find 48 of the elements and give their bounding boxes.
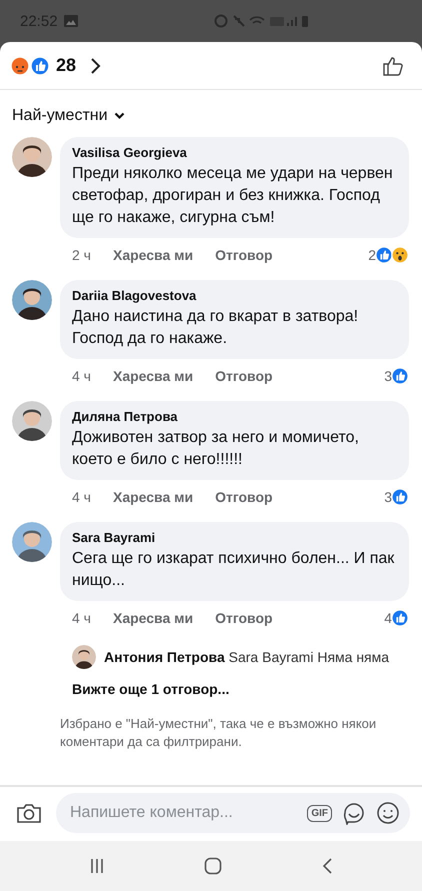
reply-link[interactable]: Отговор — [215, 610, 273, 626]
reply-link[interactable]: Отговор — [215, 489, 273, 505]
angry-face-icon — [10, 56, 30, 76]
back-icon[interactable] — [320, 857, 333, 875]
comment-text: Доживотен затвор за него и момичето, което е било с него!!!!!! — [72, 428, 360, 470]
comment-text: Преди няколко месеца ме удари на червен светофар, дрогиран и без книжка. Господ ще го накаже, сигурна съм! — [72, 164, 394, 228]
reaction-count: 3 — [384, 368, 392, 384]
camera-icon[interactable] — [16, 802, 42, 824]
comment-author[interactable]: Sara Bayrami — [72, 530, 397, 545]
more-replies-link[interactable]: Вижте още 1 отговор... — [72, 681, 409, 697]
comment-text: Сега ще го изкарат психично болен... И пак нищо... — [72, 549, 396, 591]
like-link[interactable]: Харесва ми — [112, 610, 194, 626]
comment-author[interactable]: Dariia Blagovestova — [72, 288, 397, 303]
reply-link[interactable]: Отговор — [215, 368, 273, 384]
comment-author[interactable]: Vasilisa Georgieva — [72, 145, 397, 160]
image-icon — [64, 15, 78, 27]
gif-button[interactable]: GIF — [307, 804, 332, 822]
reaction-count[interactable]: 28 — [56, 55, 76, 76]
caret-icon — [114, 112, 125, 120]
chevron-right-icon[interactable] — [90, 56, 102, 74]
home-icon[interactable] — [204, 857, 222, 875]
like-link[interactable]: Харесва ми — [112, 489, 194, 505]
like-link[interactable]: Харесва ми — [112, 247, 194, 263]
like-reaction-icon — [391, 609, 409, 627]
comment-time: 4 ч — [72, 610, 91, 626]
filter-note: Избрано е "Най-уместни", така че е възможно някои коментари да са филтрирани. — [60, 715, 378, 751]
surprised-face-icon — [391, 246, 409, 264]
comment-time: 2 ч — [72, 247, 91, 263]
reaction-count: 4 — [384, 610, 392, 626]
comment-author[interactable]: Диляна Петрова — [72, 409, 397, 424]
comment-text: Дано наистина да го вкарат в затвора! Господ да го накаже. — [72, 307, 360, 349]
like-reaction-icon — [375, 246, 393, 264]
comment-time: 4 ч — [72, 489, 91, 505]
sticker-icon[interactable] — [342, 801, 366, 825]
emoji-icon[interactable] — [376, 801, 400, 825]
recent-apps-icon[interactable] — [89, 858, 106, 874]
comment-time: 4 ч — [72, 368, 91, 384]
comment-field[interactable]: Напишете коментар... GIF — [56, 793, 410, 833]
like-reaction-icon — [391, 488, 409, 506]
like-reaction-icon — [391, 367, 409, 385]
thumbs-up-icon[interactable] — [382, 54, 404, 76]
reply-text: Антония Петрова Sara Bayrami Няма няма — [104, 649, 390, 665]
reaction-count: 3 — [384, 489, 392, 505]
like-link[interactable]: Харесва ми — [112, 368, 194, 384]
reply-link[interactable]: Отговор — [215, 247, 273, 263]
sort-dropdown[interactable]: Най-уместни — [12, 107, 125, 125]
reaction-count: 2 — [368, 247, 376, 263]
like-reaction-icon — [30, 56, 50, 76]
